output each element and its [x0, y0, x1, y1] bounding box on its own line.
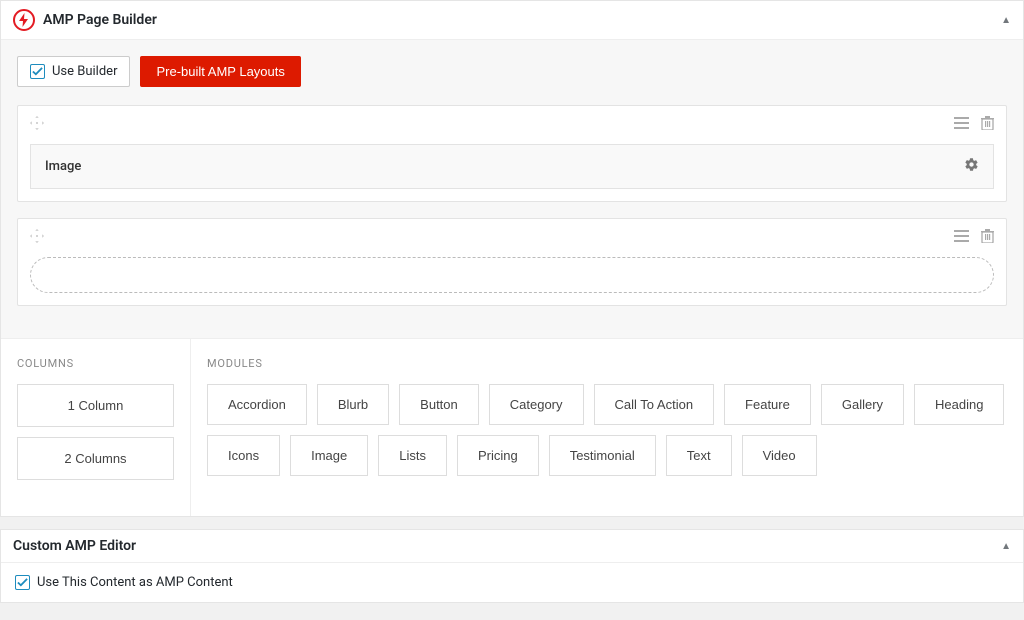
builder-toolbar: Use Builder Pre-built AMP Layouts — [17, 56, 1007, 87]
module-lists[interactable]: Lists — [378, 435, 447, 476]
builder-body: Use Builder Pre-built AMP Layouts — [1, 40, 1023, 338]
column-option-2[interactable]: 2 Columns — [17, 437, 174, 480]
checkbox-checked-icon — [15, 575, 30, 590]
module-button[interactable]: Button — [399, 384, 479, 425]
move-icon[interactable] — [30, 116, 44, 134]
trash-icon[interactable] — [981, 229, 994, 247]
panel-title: Custom AMP Editor — [13, 538, 1001, 554]
panel-title: AMP Page Builder — [43, 12, 1001, 28]
use-builder-label: Use Builder — [52, 64, 117, 79]
module-label: Image — [45, 159, 81, 174]
modules-section: MODULES Accordion Blurb Button Category … — [191, 339, 1023, 516]
columns-section: COLUMNS 1 Column 2 Columns — [1, 339, 191, 516]
module-drop-zone[interactable] — [30, 257, 994, 293]
module-testimonial[interactable]: Testimonial — [549, 435, 656, 476]
row-toolbar — [30, 116, 994, 134]
menu-icon[interactable] — [954, 229, 969, 247]
collapse-up-icon[interactable]: ▲ — [1001, 15, 1011, 26]
collapse-up-icon[interactable]: ▲ — [1001, 541, 1011, 552]
builder-row — [17, 218, 1007, 306]
module-text[interactable]: Text — [666, 435, 732, 476]
trash-icon[interactable] — [981, 116, 994, 134]
module-category[interactable]: Category — [489, 384, 584, 425]
module-instance-image[interactable]: Image — [30, 144, 994, 189]
module-gallery[interactable]: Gallery — [821, 384, 904, 425]
modules-grid: Accordion Blurb Button Category Call To … — [207, 384, 1007, 476]
row-actions — [954, 116, 994, 134]
row-toolbar — [30, 229, 994, 247]
column-option-1[interactable]: 1 Column — [17, 384, 174, 427]
columns-heading: COLUMNS — [17, 357, 174, 370]
custom-amp-editor-panel: Custom AMP Editor ▲ Use This Content as … — [0, 529, 1024, 603]
amp-page-builder-header[interactable]: AMP Page Builder ▲ — [1, 1, 1023, 40]
checkbox-checked-icon — [30, 64, 45, 79]
module-accordion[interactable]: Accordion — [207, 384, 307, 425]
gear-icon[interactable] — [964, 157, 979, 176]
use-as-amp-content-label: Use This Content as AMP Content — [37, 575, 233, 590]
use-builder-toggle[interactable]: Use Builder — [17, 56, 130, 87]
row-actions — [954, 229, 994, 247]
layout-picker: COLUMNS 1 Column 2 Columns MODULES Accor… — [1, 338, 1023, 516]
custom-amp-editor-header[interactable]: Custom AMP Editor ▲ — [1, 530, 1023, 563]
prebuilt-layouts-button[interactable]: Pre-built AMP Layouts — [140, 56, 300, 87]
module-pricing[interactable]: Pricing — [457, 435, 539, 476]
builder-row: Image — [17, 105, 1007, 202]
module-heading[interactable]: Heading — [914, 384, 1004, 425]
module-feature[interactable]: Feature — [724, 384, 811, 425]
menu-icon[interactable] — [954, 116, 969, 134]
module-image[interactable]: Image — [290, 435, 368, 476]
modules-heading: MODULES — [207, 357, 1007, 370]
module-call-to-action[interactable]: Call To Action — [594, 384, 715, 425]
amp-page-builder-panel: AMP Page Builder ▲ Use Builder Pre-built… — [0, 0, 1024, 517]
amp-logo-icon — [13, 9, 35, 31]
use-as-amp-content-toggle[interactable]: Use This Content as AMP Content — [1, 563, 247, 602]
module-blurb[interactable]: Blurb — [317, 384, 389, 425]
module-icons[interactable]: Icons — [207, 435, 280, 476]
move-icon[interactable] — [30, 229, 44, 247]
module-video[interactable]: Video — [742, 435, 817, 476]
